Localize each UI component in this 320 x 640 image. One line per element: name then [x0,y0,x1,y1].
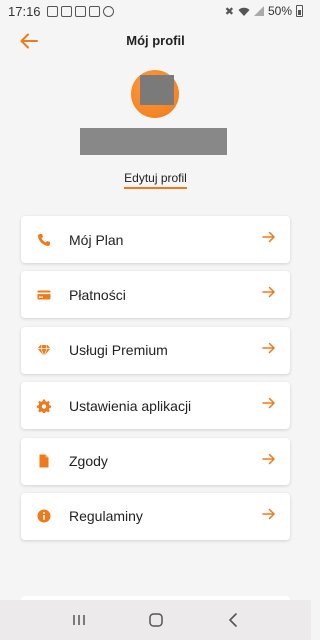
menu-item-settings[interactable]: Ustawienia aplikacji [21,382,290,430]
menu-item-plan[interactable]: Mój Plan [21,216,290,263]
menu-label: Mój Plan [69,231,124,248]
avatar-redaction [140,75,174,105]
header: Mój profil [0,28,311,54]
profile-name-redaction [80,128,227,155]
mute-icon: ✖ [224,5,234,18]
menu-item-payments[interactable]: Płatności [21,271,290,319]
menu-item-premium[interactable]: Usługi Premium [21,326,290,374]
status-right: ✖ 50% [225,4,303,18]
status-bar: 17:16 ✖ 50% [0,0,311,22]
info-icon [37,509,51,523]
menu-item-regulations[interactable]: Regulaminy [21,492,290,540]
signal-icon [253,6,264,16]
edit-profile-label: Edytuj profil [124,171,187,189]
recent-apps-button[interactable] [67,608,91,632]
system-back-button[interactable] [221,608,245,632]
gear-icon [37,399,51,413]
shazam-icon [102,5,114,17]
arrow-right-icon [262,396,276,415]
menu-label: Regulaminy [69,508,143,525]
home-button[interactable] [144,608,168,632]
page-title: Mój profil [126,33,185,48]
chevron-left-icon [228,613,237,627]
image-icon [88,5,100,17]
diamond-icon [37,343,51,358]
arrow-right-icon [262,507,276,526]
arrow-right-icon [262,285,276,304]
notification-icon [74,5,86,17]
document-icon [37,454,51,468]
wifi-icon [238,6,250,16]
menu-label: Ustawienia aplikacji [69,397,192,414]
battery-icon [296,5,303,17]
recent-apps-icon [72,615,85,625]
phone-icon [37,233,51,247]
arrow-right-icon [262,452,276,471]
menu-item-consents[interactable]: Zgody [21,437,290,485]
menu-label: Płatności [69,286,126,303]
notification-icon [60,5,72,17]
profile-menu: Mój Plan Płatności Usługi Premium Ustawi… [21,216,290,548]
battery-percent: 50% [267,4,292,18]
status-time: 17:16 [8,3,41,19]
menu-label: Zgody [69,453,108,470]
status-left: 17:16 [8,4,114,19]
notification-icon [46,5,58,17]
home-icon [148,613,163,627]
credit-card-icon [37,288,51,302]
arrow-right-icon [262,341,276,360]
menu-label: Usługi Premium [69,342,168,359]
system-nav-bar [0,600,311,640]
arrow-right-icon [262,230,276,249]
edit-profile-link[interactable]: Edytuj profil [0,171,311,189]
